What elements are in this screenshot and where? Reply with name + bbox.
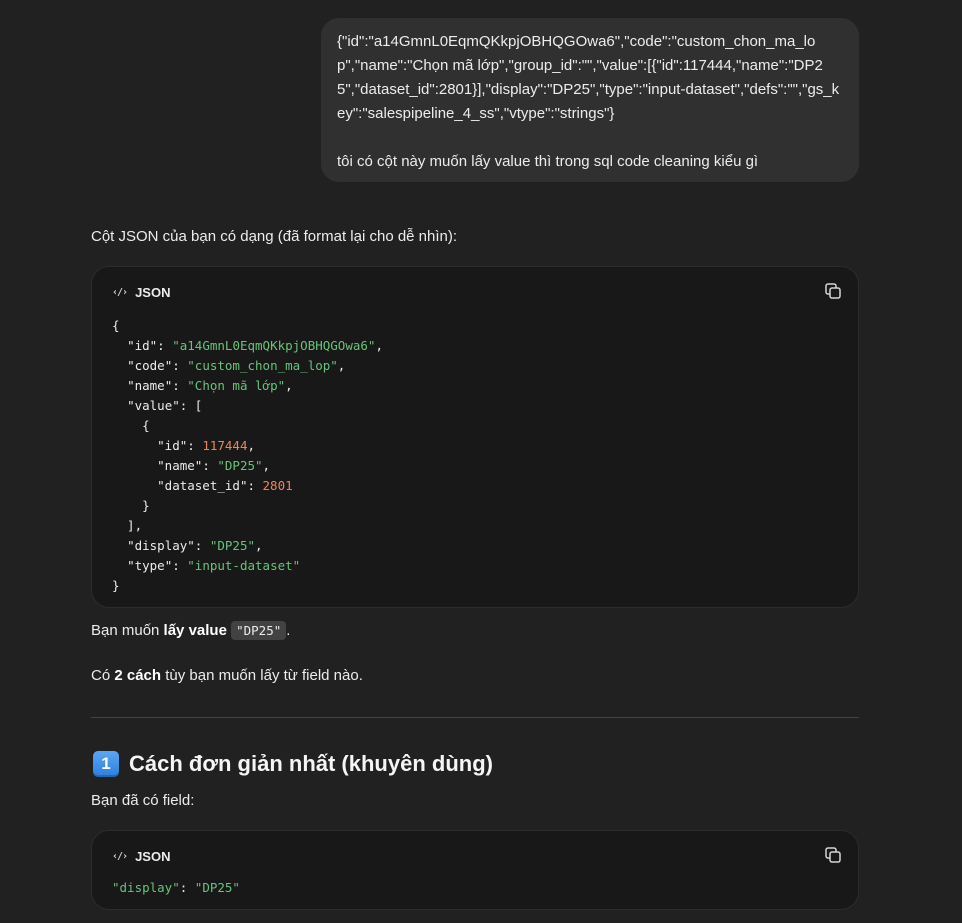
code-block-header: ‹/› JSON <box>112 283 170 301</box>
section-title: Cách đơn giản nhất (khuyên dùng) <box>129 751 493 776</box>
has-field-text: Bạn đã có field: <box>91 792 195 809</box>
section-heading-1: 1 Cách đơn giản nhất (khuyên dùng) <box>93 748 493 780</box>
keycap-one-icon: 1 <box>93 751 119 777</box>
code-block-json: ‹/› JSON { "id": "a14GmnL0EqmQKkpjOBHQGO… <box>91 266 859 608</box>
code-block-json-2: ‹/› JSON "display": "DP25" <box>91 830 859 910</box>
inline-code-dp25: "DP25" <box>231 621 287 640</box>
two-ways-text: Có 2 cách tùy bạn muốn lấy từ field nào. <box>91 667 363 684</box>
code-language-label-2: JSON <box>135 848 171 864</box>
code-block-header-2: ‹/› JSON <box>112 847 170 865</box>
assistant-intro: Cột JSON của bạn có dạng (đã format lại … <box>91 228 458 245</box>
code-icon: ‹/› <box>112 850 128 862</box>
section-divider <box>91 717 859 718</box>
code-language-label: JSON <box>135 284 171 300</box>
user-message-json: {"id":"a14GmnL0EqmQKkpjOBHQGOwa6","code"… <box>337 33 840 122</box>
copy-code-button-2[interactable] <box>824 846 842 864</box>
code-block-content: { "id": "a14GmnL0EqmQKkpjOBHQGOwa6", "co… <box>112 318 383 593</box>
copy-icon <box>825 283 841 299</box>
user-message-bubble: {"id":"a14GmnL0EqmQKkpjOBHQGOwa6","code"… <box>321 18 859 182</box>
user-message-question: tôi có cột này muốn lấy value thì trong … <box>337 153 759 170</box>
copy-code-button[interactable] <box>824 282 842 300</box>
code-block-content-2: "display": "DP25" <box>112 880 240 895</box>
code-icon: ‹/› <box>112 286 128 298</box>
want-value-text: Bạn muốn lấy value "DP25". <box>91 621 291 640</box>
copy-icon <box>825 847 841 863</box>
